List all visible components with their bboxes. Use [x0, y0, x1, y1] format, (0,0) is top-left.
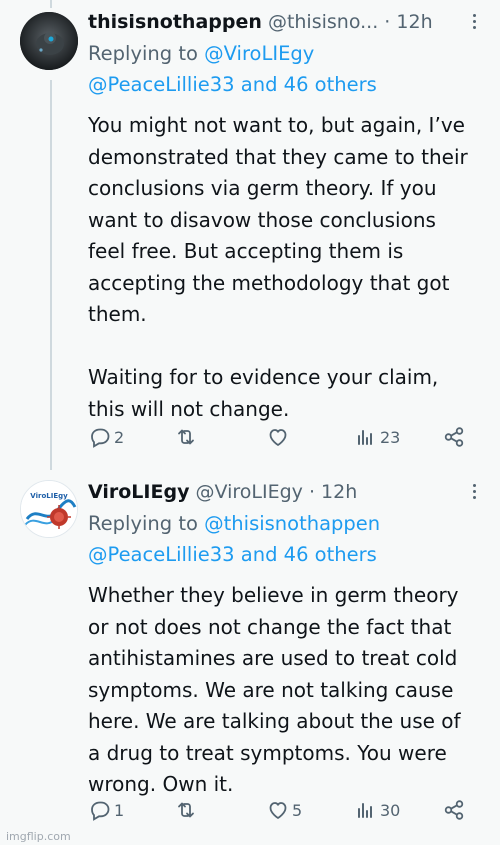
thread-line-top [50, 0, 52, 8]
handle[interactable]: @ViroLIEgy [196, 481, 303, 503]
watermark: imgflip.com [6, 830, 71, 843]
thread-line-bottom [50, 80, 52, 470]
more-options-icon[interactable] [472, 14, 478, 32]
reply-mention-2[interactable]: @PeaceLillie33 and 46 others [88, 543, 377, 566]
share-button[interactable] [442, 423, 466, 451]
replying-to: Replying to @ViroLIEgy @PeaceLillie33 an… [88, 38, 478, 100]
avatar[interactable]: ViroLIEgy [20, 480, 78, 538]
avatar[interactable] [20, 12, 78, 70]
tweet-header: ViroLIEgy @ViroLIEgy · 12h [88, 476, 478, 508]
heart-icon [269, 802, 287, 819]
like-button[interactable]: 5 [266, 796, 302, 824]
share-icon [444, 427, 464, 447]
views-icon [358, 430, 372, 445]
reply-mention-2[interactable]: @PeaceLillie33 and 46 others [88, 73, 377, 96]
reply-icon [91, 801, 110, 821]
display-name[interactable]: ViroLIEgy [88, 481, 189, 503]
retweet-button[interactable] [174, 423, 200, 451]
views-count: 30 [380, 800, 401, 820]
retweet-icon [178, 429, 194, 445]
tweet-text: Whether they believe in germ theory or n… [88, 583, 461, 796]
share-button[interactable] [442, 796, 466, 824]
reply-mention-1[interactable]: @ViroLIEgy [204, 42, 314, 65]
display-name[interactable]: thisisnothappen [88, 11, 262, 33]
tweet-header: thisisnothappen @thisisno... · 12h [88, 6, 478, 38]
reply-count: 1 [114, 800, 125, 820]
dark-avatar-icon [20, 12, 78, 70]
views-count: 23 [380, 427, 401, 447]
reply-icon [91, 428, 110, 448]
separator-dot: · [384, 11, 391, 33]
like-count: 5 [292, 800, 303, 820]
replying-to: Replying to @thisisnothappen @PeaceLilli… [88, 508, 478, 570]
reply-mention-1[interactable]: @thisisnothappen [204, 512, 380, 535]
tweet-actions: 2 23 [88, 423, 478, 451]
tweet-1[interactable]: thisisnothappen @thisisno... · 12h Reply… [0, 0, 500, 470]
views-button[interactable]: 23 [354, 423, 400, 451]
share-icon [444, 800, 464, 820]
timestamp[interactable]: 12h [321, 481, 357, 503]
reply-count: 2 [114, 427, 125, 447]
replying-to-label: Replying to [88, 512, 198, 535]
like-button[interactable] [266, 423, 292, 451]
more-options-icon[interactable] [472, 484, 478, 502]
views-button[interactable]: 30 [354, 796, 400, 824]
tweet-2[interactable]: ViroLIEgy ViroLIEgy @ViroLIEgy · 12h Rep… [0, 470, 500, 845]
reply-button[interactable]: 2 [88, 423, 124, 451]
virus-avatar-icon: ViroLIEgy [21, 481, 77, 537]
replying-to-label: Replying to [88, 42, 198, 65]
timestamp[interactable]: 12h [396, 11, 432, 33]
tweet-actions: 1 5 30 [88, 796, 478, 824]
heart-icon [269, 429, 287, 446]
views-icon [358, 803, 372, 818]
handle[interactable]: @thisisno... [268, 11, 378, 33]
retweet-icon [178, 802, 194, 818]
avatar-brand-label: ViroLIEgy [30, 492, 68, 500]
tweet-text: You might not want to, but again, I’ve d… [88, 113, 468, 421]
reply-button[interactable]: 1 [88, 796, 124, 824]
separator-dot: · [308, 481, 315, 503]
retweet-button[interactable] [174, 796, 200, 824]
